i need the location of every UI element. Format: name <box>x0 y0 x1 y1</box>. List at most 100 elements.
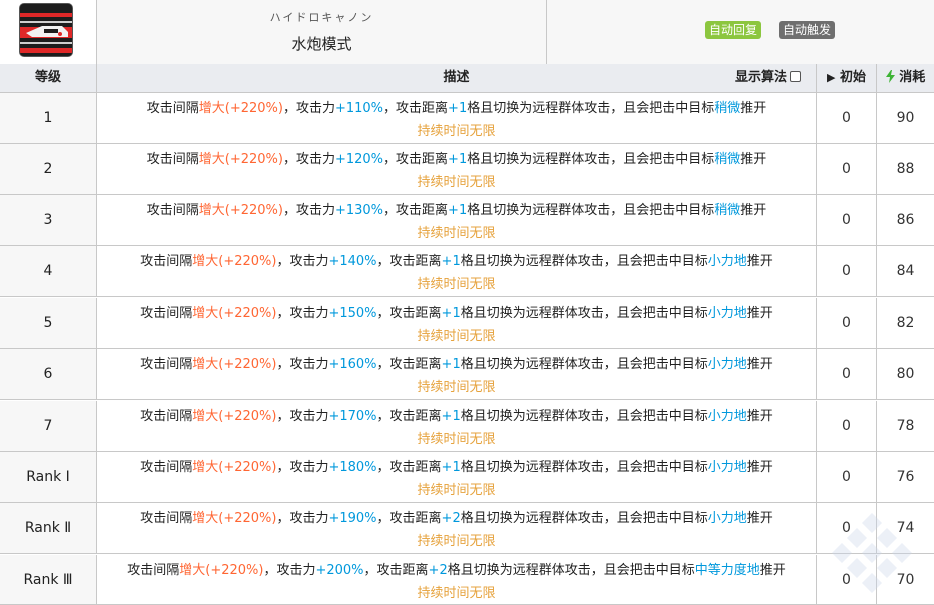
level-cell: 7 <box>0 401 97 451</box>
sp-cost-cell: 84 <box>877 246 934 296</box>
desc-text: ，攻击距离 <box>383 101 449 116</box>
desc-attack-value: +130% <box>334 203 384 218</box>
hydro-cannon-skill-icon <box>19 3 73 57</box>
level-label: 5 <box>43 315 53 331</box>
table-row: 5 攻击间隔增大(+220%)，攻击力+150%，攻击距离+1格且切换为远程群体攻… <box>0 298 934 349</box>
description-line: 攻击间隔增大(+220%)，攻击力+150%，攻击距离+1格且切换为远程群体攻击… <box>97 302 816 321</box>
level-label: 7 <box>43 418 53 434</box>
desc-text: 格且切换为远程群体攻击，且会把击中目标 <box>460 254 708 269</box>
skill-header: ハイドロキャノン 水炮模式 自动回复 自动触发 <box>0 0 934 64</box>
desc-text: ，攻击力 <box>276 357 329 372</box>
column-header-cost: 消耗 <box>877 64 934 93</box>
description-cell: 攻击间隔增大(+220%)，攻击力+130%，攻击距离+1格且切换为远程群体攻击… <box>97 195 817 245</box>
description-cell: 攻击间隔增大(+220%)，攻击力+150%，攻击距离+1格且切换为远程群体攻击… <box>97 298 817 348</box>
table-row: Rank Ⅰ 攻击间隔增大(+220%)，攻击力+180%，攻击距离+1格且切换为… <box>0 452 934 503</box>
desc-text: ，攻击距离 <box>376 460 442 475</box>
desc-text: ，攻击距离 <box>383 152 449 167</box>
desc-text: ，攻击距离 <box>376 306 442 321</box>
init-sp-value: 0 <box>842 366 851 382</box>
desc-text: 格且切换为远程群体攻击，且会把击中目标 <box>460 511 708 526</box>
sp-cost-value: 84 <box>896 263 915 279</box>
desc-text: ，攻击力 <box>276 409 329 424</box>
description-line: 攻击间隔增大(+220%)，攻击力+180%，攻击距离+1格且切换为远程群体攻击… <box>97 456 816 475</box>
desc-text: 推开 <box>759 563 786 578</box>
desc-text: ，攻击距离 <box>376 357 442 372</box>
desc-interval-value: 增大(+220%) <box>198 152 283 167</box>
sp-cost-cell: 88 <box>877 144 934 194</box>
play-triangle-icon: ▶ <box>826 71 836 84</box>
level-label: Rank Ⅰ <box>26 469 70 485</box>
duration-text: 持续时间无限 <box>417 175 496 190</box>
level-label: 2 <box>43 161 53 177</box>
desc-interval-value: 增大(+220%) <box>192 409 277 424</box>
sp-cost-value: 74 <box>896 520 915 536</box>
description-cell: 攻击间隔增大(+220%)，攻击力+180%，攻击距离+1格且切换为远程群体攻击… <box>97 452 817 502</box>
description-line: 攻击间隔增大(+220%)，攻击力+110%，攻击距离+1格且切换为远程群体攻击… <box>97 97 816 116</box>
table-row: 3 攻击间隔增大(+220%)，攻击力+130%，攻击距离+1格且切换为远程群体攻… <box>0 195 934 246</box>
desc-text: 格且切换为远程群体攻击，且会把击中目标 <box>467 203 715 218</box>
desc-text: 推开 <box>746 306 773 321</box>
init-sp-cell: 0 <box>817 401 877 451</box>
desc-text: 推开 <box>746 254 773 269</box>
column-header-init-label: 初始 <box>839 70 866 85</box>
desc-text: 格且切换为远程群体攻击，且会把击中目标 <box>460 306 708 321</box>
show-formula-toggle[interactable]: 显示算法 <box>735 64 802 93</box>
level-label: 3 <box>43 212 53 228</box>
level-label: 1 <box>43 110 53 126</box>
sp-cost-value: 78 <box>896 418 915 434</box>
desc-text: ，攻击力 <box>276 254 329 269</box>
init-sp-cell: 0 <box>817 144 877 194</box>
level-cell: 2 <box>0 144 97 194</box>
desc-attack-value: +110% <box>334 101 384 116</box>
desc-range-value: +1 <box>441 409 461 424</box>
duration-text: 持续时间无限 <box>417 277 496 292</box>
init-sp-value: 0 <box>842 418 851 434</box>
desc-attack-value: +200% <box>315 563 364 578</box>
desc-text: 攻击间隔 <box>140 460 193 475</box>
desc-range-value: +1 <box>448 203 468 218</box>
sp-cost-value: 90 <box>896 110 915 126</box>
desc-text: 推开 <box>740 152 767 167</box>
sp-cost-cell: 74 <box>877 503 934 553</box>
desc-interval-value: 增大(+220%) <box>179 563 264 578</box>
desc-push-strength: 中等力度地 <box>694 563 760 578</box>
desc-text: 推开 <box>746 460 773 475</box>
desc-interval-value: 增大(+220%) <box>198 101 283 116</box>
desc-text: 格且切换为远程群体攻击，且会把击中目标 <box>467 101 715 116</box>
desc-text: ，攻击力 <box>282 101 335 116</box>
desc-attack-value: +170% <box>328 409 377 424</box>
duration-text: 持续时间无限 <box>417 483 496 498</box>
init-sp-cell: 0 <box>817 246 877 296</box>
description-line: 攻击间隔增大(+220%)，攻击力+120%，攻击距离+1格且切换为远程群体攻击… <box>97 148 816 167</box>
desc-text: ，攻击距离 <box>383 203 449 218</box>
desc-text: 攻击间隔 <box>140 511 193 526</box>
duration-text: 持续时间无限 <box>417 329 496 344</box>
desc-text: 推开 <box>740 101 767 116</box>
level-cell: 5 <box>0 298 97 348</box>
sp-cost-value: 82 <box>896 315 915 331</box>
desc-text: 攻击间隔 <box>146 101 199 116</box>
description-cell: 攻击间隔增大(+220%)，攻击力+110%，攻击距离+1格且切换为远程群体攻击… <box>97 93 817 143</box>
description-line: 攻击间隔增大(+220%)，攻击力+130%，攻击距离+1格且切换为远程群体攻击… <box>97 199 816 218</box>
desc-attack-value: +140% <box>328 254 377 269</box>
desc-push-strength: 小力地 <box>707 409 747 424</box>
duration-text: 持续时间无限 <box>417 380 496 395</box>
desc-push-strength: 小力地 <box>707 511 747 526</box>
sp-cost-value: 86 <box>896 212 915 228</box>
init-sp-cell: 0 <box>817 503 877 553</box>
desc-push-strength: 稍微 <box>714 101 741 116</box>
duration-text: 持续时间无限 <box>417 124 496 139</box>
init-sp-cell: 0 <box>817 349 877 399</box>
desc-text: 格且切换为远程群体攻击，且会把击中目标 <box>460 460 708 475</box>
desc-text: ，攻击力 <box>276 511 329 526</box>
desc-text: ，攻击距离 <box>376 254 442 269</box>
desc-text: 攻击间隔 <box>146 203 199 218</box>
column-header-desc: 描述 <box>97 64 817 93</box>
init-sp-value: 0 <box>842 110 851 126</box>
show-formula-checkbox[interactable] <box>790 71 802 82</box>
description-cell: 攻击间隔增大(+220%)，攻击力+140%，攻击距离+1格且切换为远程群体攻击… <box>97 246 817 296</box>
trigger-type-badge: 自动触发 <box>779 21 836 39</box>
level-cell: Rank Ⅱ <box>0 503 97 553</box>
level-cell: 1 <box>0 93 97 143</box>
desc-text: 攻击间隔 <box>140 357 193 372</box>
